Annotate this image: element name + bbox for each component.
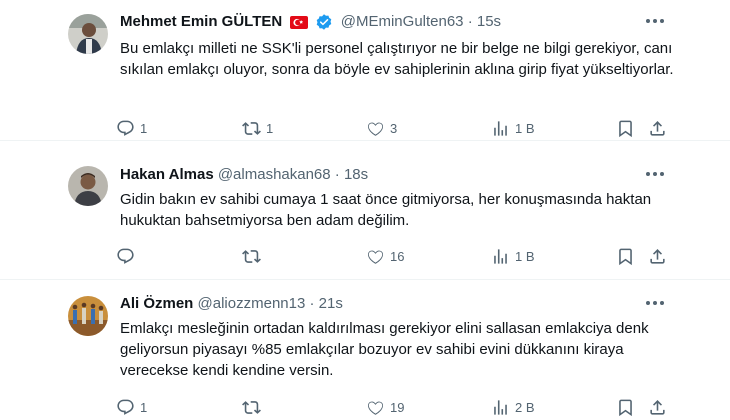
- views-count: 1 B: [515, 120, 535, 136]
- retweet-button[interactable]: [242, 396, 266, 418]
- tweet-actions: 1 19 2 B: [116, 396, 676, 418]
- share-button[interactable]: [648, 396, 667, 418]
- more-icon[interactable]: [646, 172, 664, 178]
- share-button[interactable]: [648, 117, 667, 139]
- author-handle[interactable]: @almashakan68: [218, 166, 331, 183]
- reply-count: 1: [140, 399, 148, 415]
- share-icon: [650, 248, 665, 264]
- tweet-header: Mehmet Emin GÜLTEN @MEminGulten63 · 15s: [120, 12, 501, 32]
- views-button[interactable]: 1 B: [491, 117, 535, 139]
- like-count: 16: [390, 248, 405, 264]
- like-count: 19: [390, 399, 405, 415]
- views-count: 2 B: [515, 399, 535, 415]
- author-name[interactable]: Mehmet Emin GÜLTEN: [120, 13, 282, 30]
- retweet-button[interactable]: [242, 245, 266, 267]
- author-name[interactable]: Hakan Almas: [120, 166, 214, 183]
- share-icon: [650, 120, 665, 136]
- reply-count: 1: [140, 120, 148, 136]
- retweet-icon: [242, 121, 261, 135]
- author-handle[interactable]: @MEminGulten63: [341, 13, 464, 30]
- views-icon: [494, 399, 507, 415]
- tweet-actions: 16 1 B: [116, 245, 676, 267]
- views-count: 1 B: [515, 248, 535, 264]
- like-icon: [367, 401, 384, 415]
- like-button[interactable]: 16: [366, 245, 404, 267]
- avatar[interactable]: [68, 296, 108, 336]
- reply-icon: [117, 248, 134, 264]
- more-icon[interactable]: [646, 301, 664, 307]
- author-name[interactable]: Ali Özmen: [120, 295, 193, 312]
- tweet-text: Emlakçı mesleğinin ortadan kaldırılması …: [120, 320, 649, 379]
- reply-icon: [117, 399, 134, 415]
- retweet-icon: [242, 400, 261, 414]
- timestamp[interactable]: 21s: [319, 295, 343, 312]
- tweet-header: Hakan Almas @almashakan68 · 18s: [120, 165, 368, 185]
- views-button[interactable]: 2 B: [491, 396, 535, 418]
- like-icon: [367, 122, 384, 136]
- reply-button[interactable]: [116, 245, 140, 267]
- like-count: 3: [390, 120, 398, 136]
- more-icon[interactable]: [646, 19, 664, 25]
- avatar[interactable]: [68, 166, 108, 206]
- timestamp[interactable]: 18s: [344, 166, 368, 183]
- bookmark-button[interactable]: [616, 396, 635, 418]
- bookmark-icon: [619, 248, 632, 265]
- like-button[interactable]: 19: [366, 396, 404, 418]
- share-icon: [650, 399, 665, 415]
- bookmark-icon: [619, 120, 632, 137]
- views-button[interactable]: 1 B: [491, 245, 535, 267]
- bookmark-icon: [619, 399, 632, 416]
- views-icon: [494, 248, 507, 264]
- tweet-1[interactable]: Mehmet Emin GÜLTEN @MEminGulten63 · 15s …: [0, 0, 730, 140]
- reply-icon: [117, 120, 134, 136]
- like-button[interactable]: 3: [366, 117, 397, 139]
- bookmark-button[interactable]: [616, 117, 635, 139]
- turkey-flag-icon: [290, 15, 309, 29]
- views-icon: [494, 120, 507, 136]
- tweet-text: Gidin bakın ev sahibi cumaya 1 saat önce…: [120, 191, 652, 229]
- timestamp[interactable]: 15s: [477, 13, 501, 30]
- retweet-count: 1: [266, 120, 274, 136]
- bookmark-button[interactable]: [616, 245, 635, 267]
- tweet-text: Bu emlakçı milleti ne SSK'li personel ça…: [120, 40, 674, 78]
- verified-icon: [316, 14, 331, 30]
- tweet-actions: 1 1 3 1 B: [116, 117, 676, 139]
- reply-button[interactable]: 1: [116, 396, 147, 418]
- retweet-button[interactable]: 1: [242, 117, 273, 139]
- tweet-header: Ali Özmen @aliozzmenn13 · 21s: [120, 294, 343, 314]
- tweet-2[interactable]: Hakan Almas @almashakan68 · 18s Gidin ba…: [0, 141, 730, 279]
- author-handle[interactable]: @aliozzmenn13: [198, 295, 306, 312]
- share-button[interactable]: [648, 245, 667, 267]
- separator-dot: ·: [467, 13, 473, 31]
- retweet-icon: [242, 249, 261, 263]
- separator-dot: ·: [309, 295, 315, 313]
- tweet-3[interactable]: Ali Özmen @aliozzmenn13 · 21s Emlakçı me…: [0, 280, 730, 420]
- like-icon: [367, 250, 384, 264]
- separator-dot: ·: [334, 166, 340, 184]
- reply-button[interactable]: 1: [116, 117, 147, 139]
- avatar[interactable]: [68, 14, 108, 54]
